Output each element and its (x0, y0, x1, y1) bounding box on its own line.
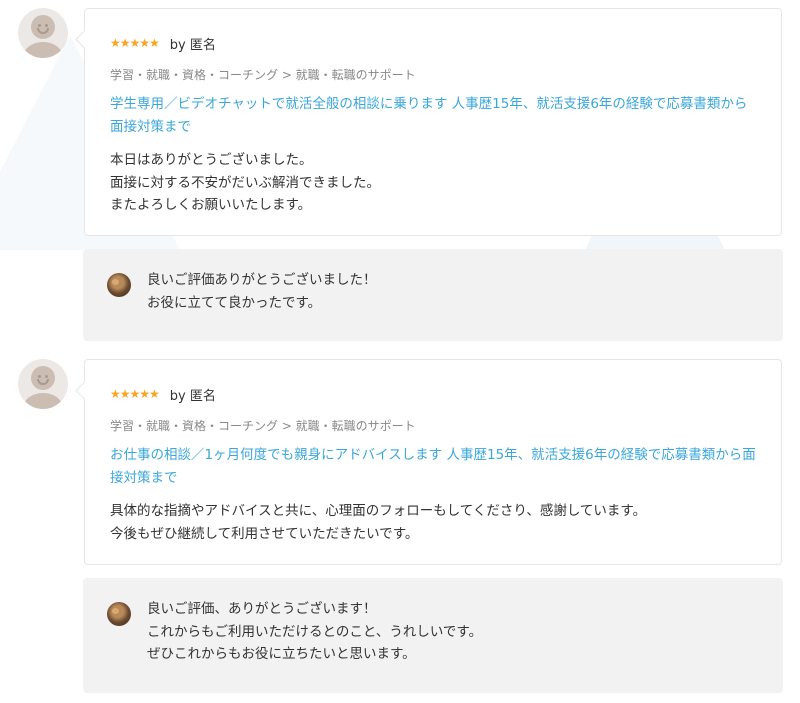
reply-text: 良いご評価、ありがとうございます！ これからもご利用いただけるとのこと、うれしい… (147, 601, 483, 662)
seller-reply: 良いご評価、ありがとうございます！ これからもご利用いただけるとのこと、うれしい… (83, 578, 783, 693)
service-category: 学習・就職・資格・コーチング > 就職・転職のサポート (110, 68, 416, 82)
service-title-link[interactable]: お仕事の相談／1ヶ月何度でも親身にアドバイスします 人事歴15年、就活支援6年の… (110, 444, 757, 490)
reviewer-avatar-icon (18, 8, 68, 58)
rating-row: ★★★★★ by 匿名 (110, 386, 757, 404)
reply-text: 良いご評価ありがとうございました！ お役に立てて良かったです。 (147, 272, 377, 311)
reviewer-avatar-icon (18, 359, 68, 409)
rating-row: ★★★★★ by 匿名 (110, 35, 757, 53)
reviewer-name: by 匿名 (169, 388, 216, 404)
review-comment: 具体的な指摘やアドバイスと共に、心理面のフォローもしてくださり、感謝しています。… (110, 503, 647, 542)
service-category: 学習・就職・資格・コーチング > 就職・転職のサポート (110, 419, 416, 433)
star-rating-icon: ★★★★★ (110, 36, 160, 50)
service-title-link[interactable]: 学生専用／ビデオチャットで就活全般の相談に乗ります 人事歴15年、就活支援6年の… (110, 93, 757, 139)
review-comment: 本日はありがとうございました。 面接に対する不安がだいぶ解消できました。 またよ… (110, 152, 380, 213)
review-card: ★★★★★ by 匿名 学習・就職・資格・コーチング > 就職・転職のサポート … (84, 359, 782, 565)
review-card: ★★★★★ by 匿名 学習・就職・資格・コーチング > 就職・転職のサポート … (84, 8, 782, 236)
seller-avatar (107, 273, 131, 297)
reviewer-name: by 匿名 (169, 37, 216, 53)
seller-avatar (107, 602, 131, 626)
seller-reply: 良いご評価ありがとうございました！ お役に立てて良かったです。 (83, 249, 783, 341)
star-rating-icon: ★★★★★ (110, 387, 160, 401)
